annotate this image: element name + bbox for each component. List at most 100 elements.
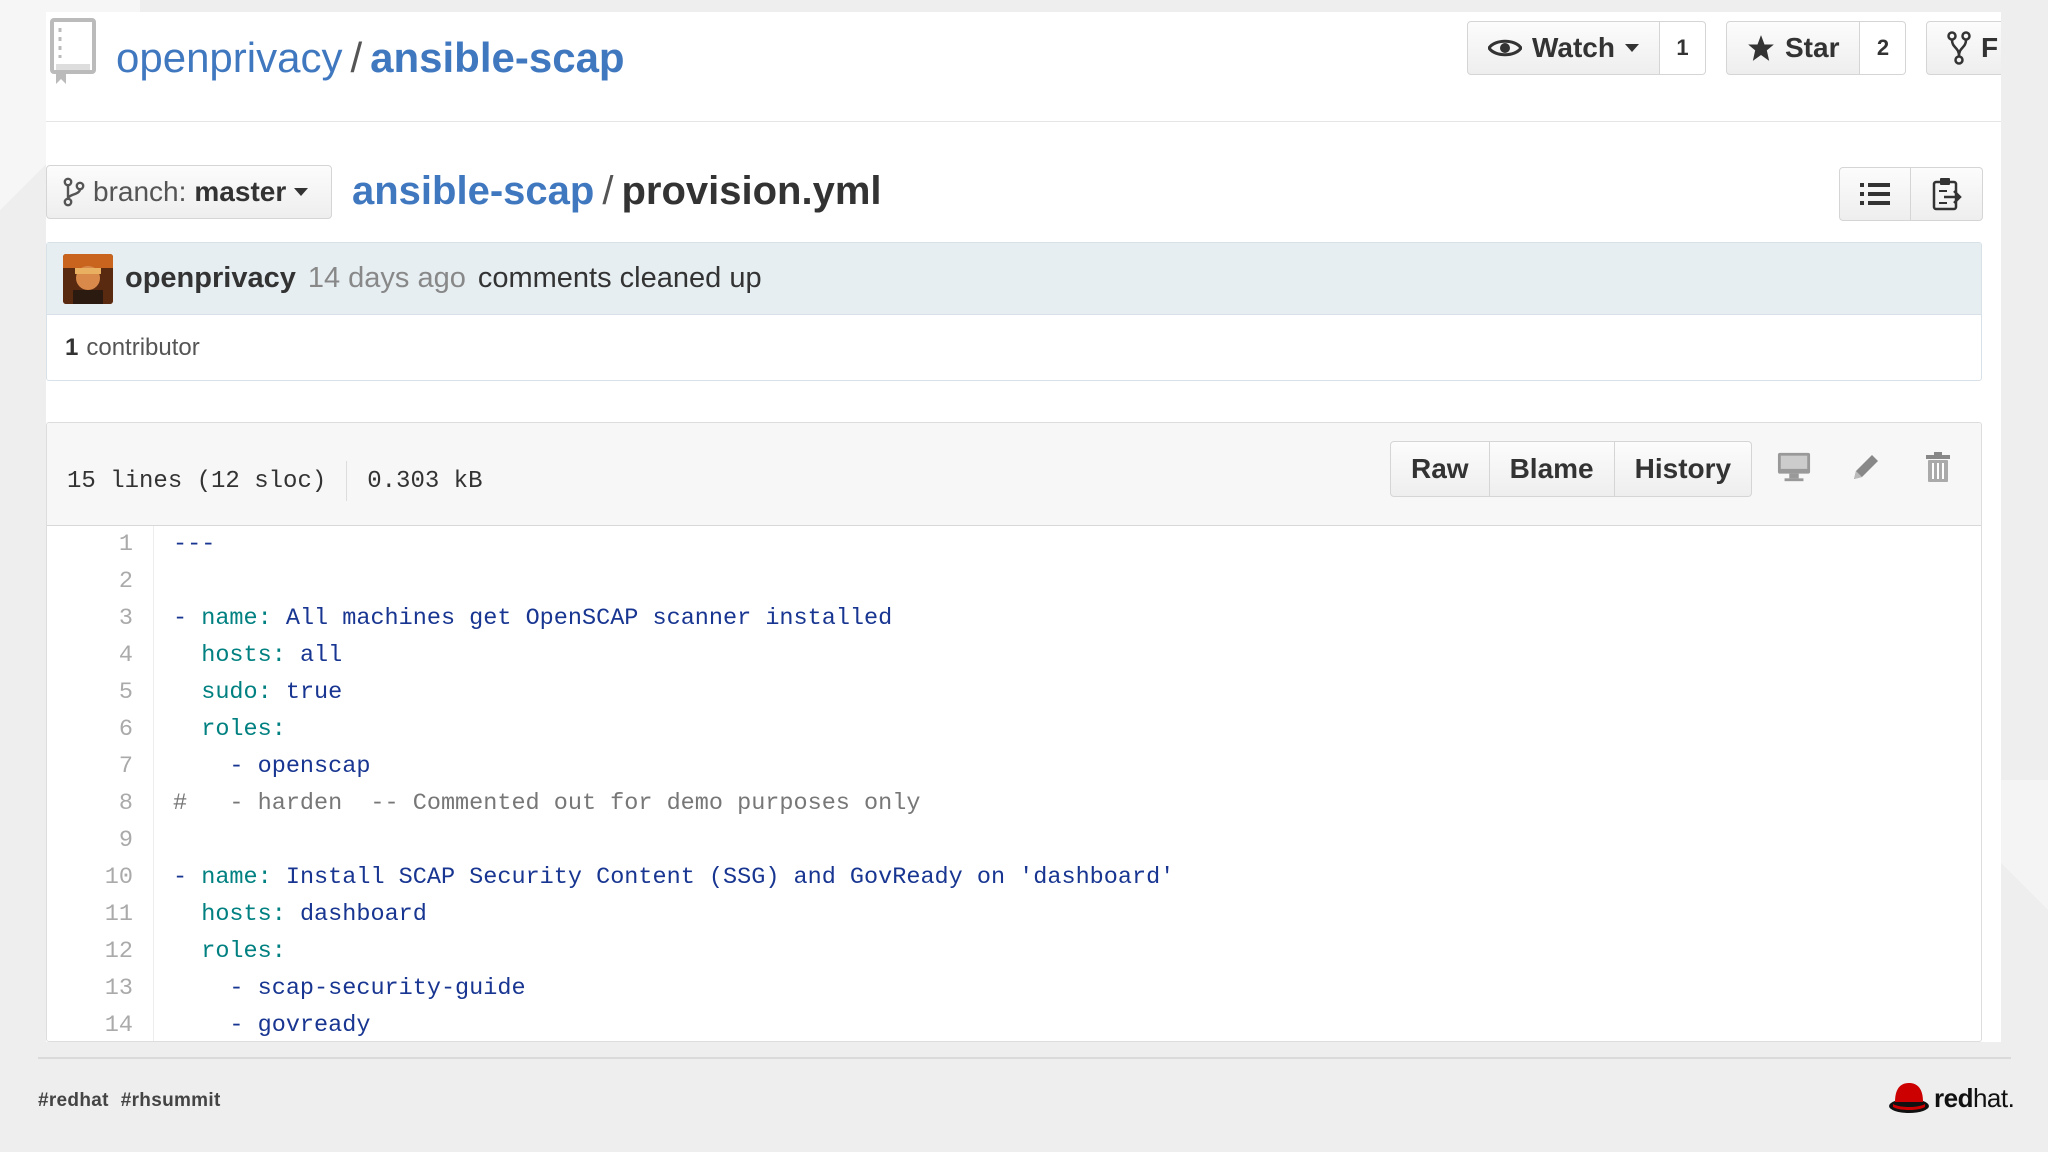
file-info-divider	[346, 461, 348, 501]
commit-age: 14 days ago	[307, 262, 466, 294]
line-number[interactable]: 7	[47, 753, 153, 780]
file-navigation: branch: master ansible-scap / provision.ym…	[46, 165, 2001, 225]
open-desktop-button[interactable]	[1777, 449, 1811, 485]
file-nav-actions	[1839, 167, 1983, 221]
contributor-label: contributor	[86, 334, 200, 361]
line-content: - openscap	[229, 753, 371, 780]
line-content: - name: All machines get OpenSCAP scanne…	[173, 605, 893, 632]
fork-button[interactable]: F	[1926, 21, 2001, 75]
line-number[interactable]: 4	[47, 642, 153, 669]
contributor-count: 1	[65, 334, 79, 361]
star-group: Star 2	[1726, 21, 1907, 75]
raw-button[interactable]: Raw	[1390, 441, 1490, 497]
line-number[interactable]: 5	[47, 679, 153, 706]
code-line: 1 ---	[47, 526, 1981, 563]
line-content: sudo: true	[201, 679, 343, 706]
file-icon-actions	[1777, 449, 1955, 485]
breadcrumb: ansible-scap / provision.yml	[352, 169, 882, 214]
line-content: - name: Install SCAP Security Content (S…	[173, 864, 1175, 891]
file-box: 15 lines (12 sloc) 0.303 kB Raw Blame Hi…	[46, 422, 1982, 1042]
commit-tease: openprivacy 14 days ago comments cleaned…	[47, 243, 1981, 315]
star-label: Star	[1785, 32, 1840, 63]
gutter-divider	[153, 526, 154, 1041]
branch-select-button[interactable]: branch: master	[46, 165, 332, 219]
line-number[interactable]: 3	[47, 605, 153, 632]
line-content: ---	[173, 531, 216, 558]
code-line: 10 - name: Install SCAP Security Content …	[47, 859, 1981, 896]
desktop-icon	[1777, 452, 1811, 482]
history-button[interactable]: History	[1614, 441, 1753, 497]
code-line: 3 - name: All machines get OpenSCAP scann…	[47, 600, 1981, 637]
fork-icon	[1947, 31, 1971, 65]
watch-count[interactable]: 1	[1659, 21, 1706, 75]
file-list-button[interactable]	[1839, 167, 1911, 221]
file-header: 15 lines (12 sloc) 0.303 kB Raw Blame Hi…	[47, 423, 1981, 526]
branch-name: master	[194, 176, 287, 207]
footer-hashtags: #redhat #rhsummit	[38, 1090, 221, 1112]
line-number[interactable]: 8	[47, 790, 153, 817]
code-line: 4 hosts: all	[47, 637, 1981, 674]
line-content: # - harden -- Commented out for demo pur…	[173, 790, 921, 817]
breadcrumb-separator: /	[602, 169, 614, 213]
line-number[interactable]: 10	[47, 864, 153, 891]
hashtag-redhat: #redhat	[38, 1090, 109, 1111]
line-content: roles:	[201, 716, 286, 743]
line-content: - scap-security-guide	[229, 975, 526, 1002]
blame-button[interactable]: Blame	[1489, 441, 1615, 497]
star-button[interactable]: Star	[1726, 21, 1861, 75]
line-content: hosts: dashboard	[201, 901, 427, 928]
line-number[interactable]: 1	[47, 531, 153, 558]
hashtag-rhsummit: #rhsummit	[120, 1090, 221, 1111]
code-line: 8 # - harden -- Commented out for demo pu…	[47, 785, 1981, 822]
line-number[interactable]: 13	[47, 975, 153, 1002]
contributors-summary[interactable]: 1 contributor	[47, 315, 1981, 381]
line-number[interactable]: 9	[47, 827, 153, 854]
repo-name-link[interactable]: ansible-scap	[370, 34, 624, 81]
line-number[interactable]: 2	[47, 568, 153, 595]
repo-title: openprivacy / ansible-scap	[116, 34, 625, 82]
repo-header: openprivacy / ansible-scap Watch 1 Star 2	[46, 12, 2001, 122]
code-line: 12 roles:	[47, 933, 1981, 970]
commit-author-link[interactable]: openprivacy	[125, 262, 296, 295]
redhat-wordmark: redhat.	[1934, 1082, 2015, 1114]
edit-file-button[interactable]	[1849, 449, 1883, 485]
redhat-wordmark-bold: red	[1934, 1082, 1973, 1113]
code-line: 6 roles:	[47, 711, 1981, 748]
line-content: roles:	[201, 938, 286, 965]
copy-path-button[interactable]	[1911, 167, 1983, 221]
author-avatar[interactable]	[63, 253, 113, 304]
fork-label: F	[1981, 32, 1999, 63]
repo-owner-link[interactable]: openprivacy	[116, 34, 342, 81]
line-number[interactable]: 12	[47, 938, 153, 965]
repo-book-icon	[50, 18, 96, 84]
line-content: hosts: all	[201, 642, 343, 669]
code-line: 9	[47, 822, 1981, 859]
caret-down-icon	[294, 188, 309, 196]
redhat-wordmark-light: hat.	[1972, 1082, 2015, 1113]
pencil-icon	[1854, 455, 1878, 479]
eye-icon	[1488, 39, 1522, 57]
file-info: 15 lines (12 sloc) 0.303 kB	[67, 461, 482, 501]
trash-icon	[1926, 452, 1950, 482]
line-number[interactable]: 14	[47, 1012, 153, 1039]
code-line: 2	[47, 563, 1981, 600]
breadcrumb-repo-link[interactable]: ansible-scap	[352, 169, 594, 213]
file-actions: Raw Blame History	[1390, 441, 1753, 497]
delete-file-button[interactable]	[1921, 449, 1955, 485]
branch-icon	[63, 177, 85, 207]
line-number[interactable]: 11	[47, 901, 153, 928]
branch-prefix: branch:	[93, 176, 187, 207]
star-count[interactable]: 2	[1860, 21, 1907, 75]
code-line: 14 - govready	[47, 1007, 1981, 1041]
watch-label: Watch	[1532, 32, 1615, 63]
code-line: 13 - scap-security-guide	[47, 970, 1981, 1007]
repo-title-separator: /	[350, 34, 363, 81]
watch-button[interactable]: Watch	[1467, 21, 1660, 75]
commit-box: openprivacy 14 days ago comments cleaned…	[46, 242, 1982, 381]
code-line: 11 hosts: dashboard	[47, 896, 1981, 933]
line-content: - govready	[229, 1012, 371, 1039]
commit-message-link[interactable]: comments cleaned up	[478, 262, 762, 295]
code-view: 1 --- 2 3 - name: All machines get OpenSCAP …	[47, 526, 1981, 1041]
line-number[interactable]: 6	[47, 716, 153, 743]
github-page: openprivacy / ansible-scap Watch 1 Star 2	[46, 12, 2001, 1042]
